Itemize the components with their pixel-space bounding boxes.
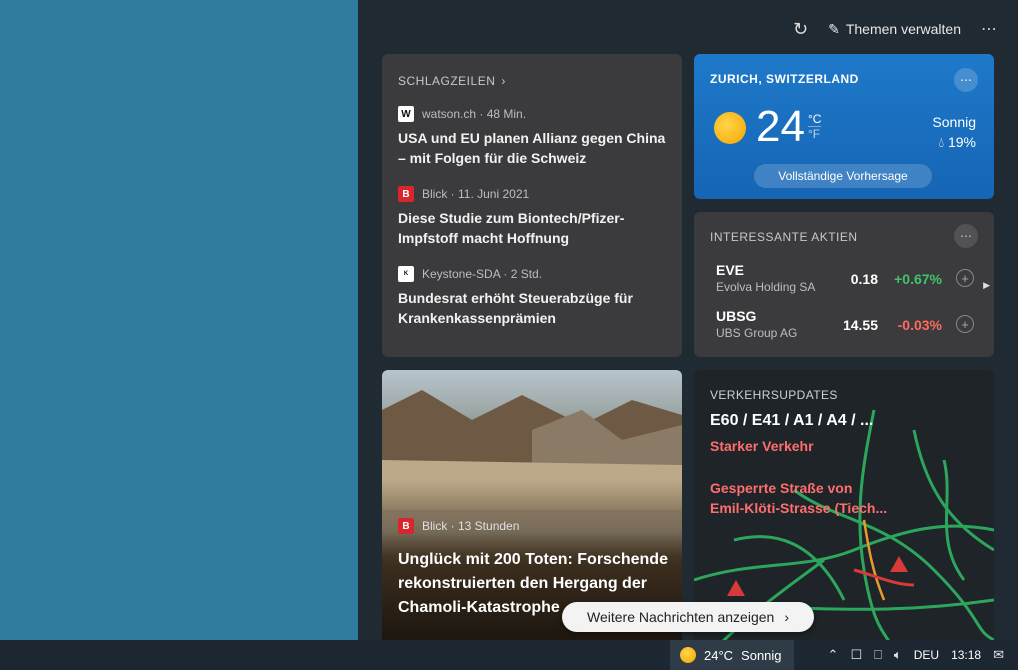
- chevron-right-icon: ›: [784, 609, 789, 625]
- temperature-units: °C °F: [808, 112, 822, 141]
- news-headline: Diese Studie zum Biontech/Pfizer-Impfsto…: [398, 210, 625, 246]
- chevron-up-icon[interactable]: ⌃: [828, 647, 839, 663]
- weather-temperature: 24: [756, 102, 805, 151]
- traffic-title: VERKEHRSUPDATES: [710, 388, 838, 402]
- language-indicator[interactable]: DEU: [914, 648, 939, 662]
- panel-toolbar: ↻ ✎ Themen verwalten ⋯: [793, 14, 998, 44]
- unit-fahrenheit[interactable]: °F: [808, 126, 822, 141]
- blick-logo-icon: B: [398, 186, 414, 202]
- sun-icon: [714, 112, 746, 144]
- desktop-background: [0, 0, 358, 640]
- blick-logo-icon: B: [398, 518, 414, 534]
- news-and-interests-panel: ↻ ✎ Themen verwalten ⋯ SCHLAGZEILEN › W …: [358, 0, 1018, 640]
- stocks-more-icon[interactable]: ⋯: [954, 224, 978, 248]
- stocks-card: INTERESSANTE AKTIEN ⋯ EVE Evolva Holding…: [694, 212, 994, 357]
- watson-logo-icon: W: [398, 106, 414, 122]
- keystone-logo-icon: K: [398, 266, 414, 282]
- news-source: Blick · 11. Juni 2021: [422, 187, 530, 201]
- add-stock-icon[interactable]: +: [956, 315, 974, 333]
- manage-topics-button[interactable]: ✎ Themen verwalten: [828, 21, 961, 38]
- traffic-road: E60 / E41 / A1 / A4 / ...: [710, 412, 874, 429]
- stock-change: -0.03%: [897, 317, 942, 333]
- news-item[interactable]: B Blick · 11. Juni 2021 Diese Studie zum…: [398, 186, 666, 248]
- weather-more-icon[interactable]: ⋯: [954, 68, 978, 92]
- taskbar: 24°C Sonnig ⌃ ☐ ⎕ 🔈︎ DEU 13:18 ✉: [0, 640, 1018, 670]
- taskbar-weather-button[interactable]: 24°C Sonnig: [670, 640, 794, 670]
- stock-row[interactable]: UBSG UBS Group AG 14.55 -0.03% +: [716, 308, 976, 344]
- news-headline: Bundesrat erhöht Steuerabzüge für Kranke…: [398, 290, 633, 326]
- device-icon[interactable]: ☐: [850, 647, 862, 663]
- volume-icon[interactable]: 🔈︎: [894, 647, 902, 663]
- news-item[interactable]: K Keystone-SDA · 2 Std. Bundesrat erhöht…: [398, 266, 666, 328]
- more-news-button[interactable]: Weitere Nachrichten anzeigen ›: [562, 602, 814, 632]
- weather-precip: 💧︎ 19%: [938, 134, 976, 150]
- traffic-status: Starker Verkehr: [710, 438, 814, 454]
- system-tray: ⌃ ☐ ⎕ 🔈︎ DEU 13:18 ✉: [828, 640, 1018, 670]
- headlines-card: SCHLAGZEILEN › W watson.ch · 48 Min. USA…: [382, 54, 682, 357]
- weather-location: ZURICH, SWITZERLAND: [710, 72, 859, 86]
- weather-condition: Sonnig: [932, 114, 976, 130]
- full-forecast-button[interactable]: Vollständige Vorhersage: [754, 164, 932, 188]
- raindrop-icon: 💧︎: [938, 134, 945, 150]
- add-stock-icon[interactable]: +: [956, 269, 974, 287]
- stock-price: 0.18: [850, 271, 878, 287]
- refresh-icon[interactable]: ↻: [793, 19, 808, 40]
- weather-card[interactable]: ZURICH, SWITZERLAND ⋯ 24 °C °F Sonnig 💧︎…: [694, 54, 994, 199]
- unit-celsius[interactable]: °C: [808, 112, 821, 126]
- weather-condition-block: Sonnig 💧︎ 19%: [932, 112, 976, 152]
- next-stock-icon[interactable]: ▶: [983, 280, 990, 291]
- traffic-card[interactable]: VERKEHRSUPDATES E60 / E41 / A1 / A4 / ..…: [694, 370, 994, 640]
- feature-source: B Blick · 13 Stunden: [398, 518, 519, 534]
- clock[interactable]: 13:18: [951, 648, 981, 662]
- sun-icon: [680, 647, 696, 663]
- more-options-icon[interactable]: ⋯: [981, 19, 998, 39]
- feature-story-card[interactable]: B Blick · 13 Stunden Unglück mit 200 Tot…: [382, 370, 682, 640]
- stock-change: +0.67%: [894, 271, 942, 287]
- news-item[interactable]: W watson.ch · 48 Min. USA und EU planen …: [398, 106, 666, 168]
- manage-topics-label: Themen verwalten: [845, 21, 961, 37]
- news-source: Keystone-SDA · 2 Std.: [422, 267, 543, 281]
- notification-icon[interactable]: ✉: [993, 647, 1004, 663]
- network-icon[interactable]: ⎕: [874, 647, 882, 663]
- news-headline: USA und EU planen Allianz gegen China – …: [398, 130, 666, 166]
- pencil-icon: ✎: [828, 20, 840, 37]
- stocks-title[interactable]: INTERESSANTE AKTIEN: [710, 230, 978, 244]
- stock-row[interactable]: EVE Evolva Holding SA 0.18 +0.67% +: [716, 262, 976, 298]
- chevron-right-icon: ›: [501, 74, 506, 88]
- traffic-closure: Gesperrte Straße von Emil-Klöti-Strasse …: [710, 480, 888, 516]
- news-source: watson.ch · 48 Min.: [422, 107, 527, 121]
- stock-price: 14.55: [842, 317, 878, 333]
- headlines-title[interactable]: SCHLAGZEILEN ›: [398, 74, 666, 88]
